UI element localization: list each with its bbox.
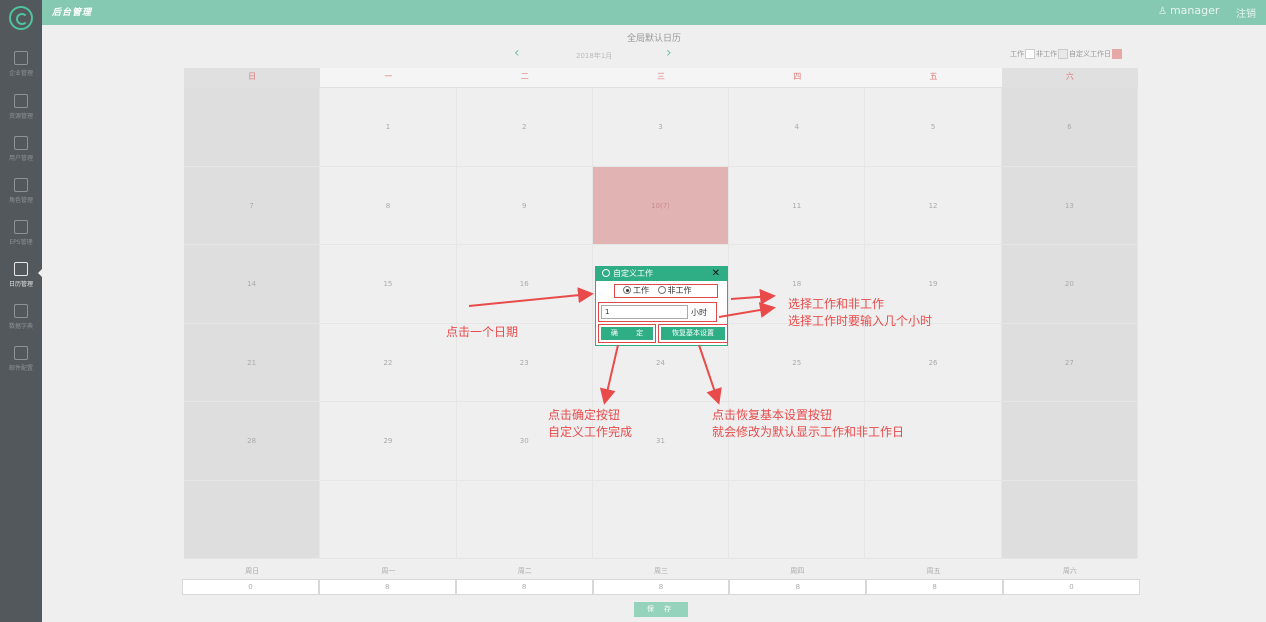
annotation-ok-line1: 点击确定按钮 (548, 408, 621, 422)
annotation-arrows (468, 287, 776, 405)
annotation-select-line1: 选择工作和非工作 (788, 297, 885, 311)
annotation-reset-line2: 就会修改为默认显示工作和非工作日 (712, 425, 905, 439)
arrow-to-reset (698, 344, 722, 405)
annotation-reset-line1: 点击恢复基本设置按钮 (712, 408, 833, 422)
arrow-to-radio (730, 288, 776, 305)
annotation-ok: 点击确定按钮 自定义工作完成 (548, 407, 632, 441)
annotation-click-date: 点击一个日期 (446, 325, 519, 339)
annotation-select-line2: 选择工作时要输入几个小时 (788, 314, 933, 328)
arrow-to-date (468, 287, 594, 307)
arrow-to-ok (599, 344, 619, 405)
annotation-select: 选择工作和非工作 选择工作时要输入几个小时 (788, 296, 932, 330)
annotation-ok-line2: 自定义工作完成 (548, 425, 633, 439)
arrow-to-hours (718, 302, 776, 318)
annotation-reset: 点击恢复基本设置按钮 就会修改为默认显示工作和非工作日 (712, 407, 904, 441)
